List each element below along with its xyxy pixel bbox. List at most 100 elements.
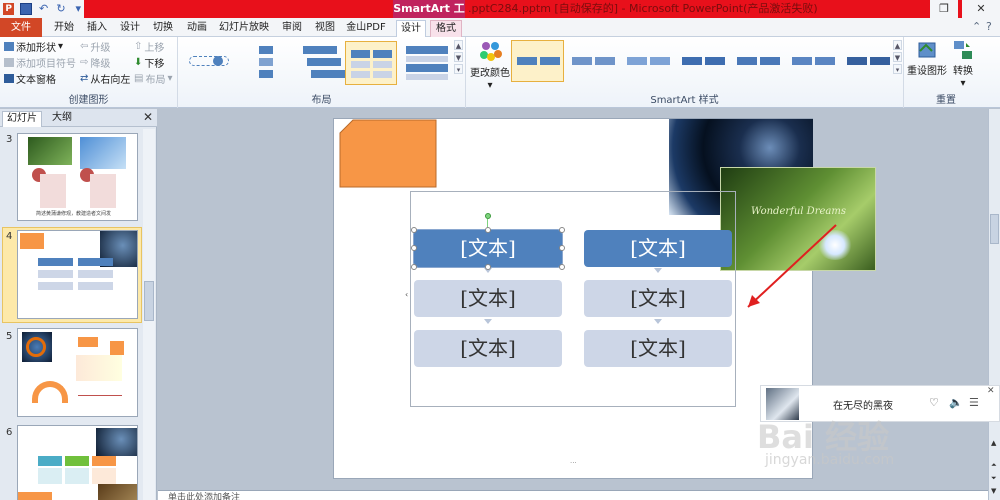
tab-smartart-format[interactable]: 格式 (430, 20, 462, 37)
tab-outline[interactable]: 大纲 (48, 111, 76, 127)
previous-slide-icon[interactable]: ⏶ (991, 461, 997, 470)
smartart-node-col1-item2[interactable]: [文本] (414, 330, 562, 367)
layout-option-1[interactable] (182, 41, 234, 85)
layout-option-5[interactable] (401, 41, 453, 85)
undo-icon[interactable]: ↶ (38, 3, 49, 15)
selection-handle[interactable] (559, 264, 565, 270)
slide-number: 6 (6, 427, 13, 438)
resize-handle-icon[interactable]: ··· (570, 459, 577, 467)
tab-slides[interactable]: 幻灯片 (2, 111, 42, 127)
smartart-node-col1-item1[interactable]: [文本] (414, 280, 562, 317)
slides-panel: 幻灯片 大纲 ✕ 3 简述黄蒲谦修观，教建造者文间发 4 5 6 (0, 109, 157, 500)
scroll-down-icon[interactable]: ▼ (893, 52, 902, 62)
restore-icon[interactable]: ❐ (930, 0, 958, 18)
tab-review[interactable]: 审阅 (280, 20, 304, 37)
selection-handle[interactable] (411, 227, 417, 233)
text-pane-toggle-icon[interactable]: ‹ (405, 290, 408, 299)
selection-handle[interactable] (485, 264, 491, 270)
style-option-1-selected[interactable] (511, 40, 564, 82)
more-icon[interactable]: ▾ (893, 64, 902, 74)
scrollbar-thumb[interactable] (990, 214, 999, 244)
text-pane-button[interactable]: 文本窗格 (4, 71, 56, 86)
slide-thumbnail-6[interactable] (17, 425, 138, 500)
playlist-icon[interactable]: ☰ (969, 396, 979, 409)
scroll-down-icon[interactable]: ▼ (991, 487, 996, 495)
ribbon-tabs: 文件 开始 插入 设计 切换 动画 幻灯片放映 审阅 视图 金山PDF 设计 格… (0, 18, 1000, 37)
rotate-handle-icon[interactable] (485, 213, 491, 219)
scroll-up-icon[interactable]: ▲ (991, 439, 996, 447)
move-down-button[interactable]: ⬇ 下移 (134, 55, 164, 70)
promote-button[interactable]: ⇦ 升级 (80, 39, 110, 54)
scroll-down-icon[interactable]: ▼ (454, 52, 463, 62)
editor-scrollbar[interactable]: ▲ ⏶ ⏷ ▼ (988, 109, 1000, 500)
selection-handle[interactable] (559, 245, 565, 251)
scrollbar-thumb[interactable] (144, 281, 154, 321)
close-panel-icon[interactable]: ✕ (143, 110, 153, 124)
convert-button[interactable]: 转换 ▾ (948, 39, 978, 89)
slide-thumbnail-4[interactable] (17, 230, 138, 319)
layout-option-2[interactable] (238, 41, 290, 85)
close-icon[interactable]: ✕ (987, 386, 995, 396)
notes-pane[interactable]: 单击此处添加备注 (158, 490, 988, 500)
smartart-node-col2-item1[interactable]: [文本] (584, 280, 732, 317)
style-option-2[interactable] (566, 40, 619, 82)
style-option-6[interactable] (786, 40, 839, 82)
smartart-node-col2-item2[interactable]: [文本] (584, 330, 732, 367)
orange-shape[interactable] (339, 119, 437, 189)
style-option-3[interactable] (621, 40, 674, 82)
layout-option-4-selected[interactable] (345, 41, 397, 85)
connector-arrow (654, 319, 662, 324)
selection-handle[interactable] (559, 227, 565, 233)
tab-animations[interactable]: 动画 (185, 20, 209, 37)
tab-smartart-design[interactable]: 设计 (396, 20, 426, 37)
more-icon[interactable]: ▾ (454, 64, 463, 74)
tab-home[interactable]: 开始 (52, 20, 76, 37)
add-bullet-button[interactable]: 添加项目符号 (4, 55, 76, 70)
style-option-5[interactable] (731, 40, 784, 82)
image-caption: Wonderful Dreams (751, 206, 846, 217)
scroll-up-icon[interactable]: ▲ (893, 40, 902, 50)
move-up-button[interactable]: ⇧ 上移 (134, 39, 164, 54)
group-label-create-graphic: 创建图形 (68, 95, 109, 106)
add-shape-button[interactable]: 添加形状 ▾ (4, 39, 63, 54)
tab-kingsoft-pdf[interactable]: 金山PDF (346, 20, 386, 37)
layout-option-3[interactable] (294, 41, 346, 85)
slides-panel-scrollbar[interactable] (143, 129, 155, 500)
change-colors-button[interactable]: 更改颜色 ▾ (470, 39, 510, 91)
tab-transitions[interactable]: 切换 (151, 20, 175, 37)
reset-graphic-button[interactable]: 重设图形 (907, 39, 947, 77)
slide-image (98, 484, 137, 500)
style-option-7[interactable] (841, 40, 894, 82)
heart-icon[interactable]: ♡ (929, 396, 939, 409)
slide-thumbnail-3[interactable]: 简述黄蒲谦修观，教建造者文间发 (17, 133, 138, 221)
close-icon[interactable]: ✕ (962, 0, 1000, 18)
tab-slideshow[interactable]: 幻灯片放映 (218, 20, 270, 37)
minimize-ribbon-icon[interactable]: ⌃ (972, 20, 981, 33)
demote-button[interactable]: ⇨ 降级 (80, 55, 110, 70)
smartart-node-col2-header[interactable]: [文本] (584, 230, 732, 267)
slide-image (96, 428, 137, 456)
selection-handle[interactable] (485, 227, 491, 233)
redo-icon[interactable]: ↻ (55, 3, 66, 15)
save-icon[interactable] (20, 3, 32, 15)
tab-view[interactable]: 视图 (313, 20, 337, 37)
right-to-left-button[interactable]: ⇄ 从右向左 (80, 71, 130, 86)
selection-handle[interactable] (411, 245, 417, 251)
scroll-up-icon[interactable]: ▲ (454, 40, 463, 50)
help-icon[interactable]: ? (986, 20, 992, 33)
tab-insert[interactable]: 插入 (85, 20, 109, 37)
smartart-node-col1-header[interactable]: [文本] (413, 229, 563, 268)
selection-handle[interactable] (411, 264, 417, 270)
volume-icon[interactable]: 🔈 (949, 396, 963, 409)
customize-qat-icon[interactable]: ▾ (73, 3, 84, 15)
slide-thumbnail-5[interactable] (17, 328, 138, 417)
style-option-4[interactable] (676, 40, 729, 82)
layout-dropdown-button[interactable]: ▤ 布局 ▾ (134, 71, 172, 86)
add-shape-icon (4, 42, 14, 51)
connector-arrow (654, 268, 662, 273)
tab-design[interactable]: 设计 (118, 20, 142, 37)
tab-file[interactable]: 文件 (0, 18, 42, 37)
next-slide-icon[interactable]: ⏷ (991, 474, 997, 483)
slide-caption: 简述黄蒲谦修观，教建造者文间发 (36, 211, 112, 217)
powerpoint-logo-icon[interactable]: P (3, 3, 15, 15)
